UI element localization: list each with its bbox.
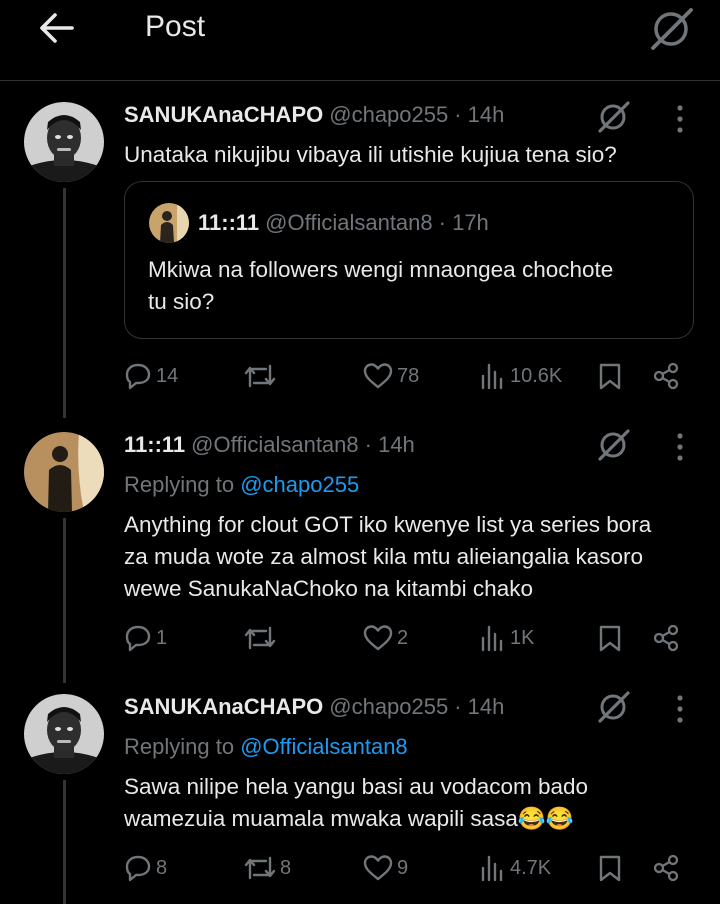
repost-button[interactable]: 8: [244, 854, 291, 882]
grok-post-button[interactable]: [597, 428, 631, 462]
views-icon: [481, 363, 503, 390]
replying-to-label: Replying to: [124, 472, 235, 497]
like-button[interactable]: 2: [363, 624, 408, 652]
bookmark-button[interactable]: [598, 624, 622, 657]
post-text-line: Anything for clout GOT iko kwenye list y…: [124, 512, 652, 537]
repost-icon: [244, 856, 276, 880]
back-button[interactable]: [36, 8, 76, 48]
quote-avatar[interactable]: [149, 203, 189, 243]
share-button[interactable]: [652, 624, 680, 657]
views-button[interactable]: 4.7K: [480, 854, 551, 882]
avatar[interactable]: [24, 432, 104, 512]
grok-icon: [598, 101, 630, 133]
repost-icon: [244, 364, 276, 388]
reply-button[interactable]: 8: [124, 854, 167, 882]
reply-count: 14: [156, 364, 179, 387]
views-button[interactable]: 1K: [480, 624, 534, 652]
author-handle[interactable]: @chapo255: [329, 694, 448, 720]
post-time[interactable]: · 14h: [454, 102, 504, 128]
like-count: 9: [397, 856, 409, 879]
author-handle[interactable]: @Officialsantan8: [191, 432, 358, 458]
views-icon: [481, 625, 503, 652]
repost-icon: [244, 626, 276, 650]
replying-to-handle[interactable]: @Officialsantan8: [240, 734, 407, 759]
like-button[interactable]: 9: [363, 854, 408, 882]
share-icon: [653, 854, 679, 882]
views-count: 1K: [510, 626, 535, 649]
like-button[interactable]: 78: [363, 362, 419, 390]
repost-count: 8: [280, 856, 292, 879]
more-vertical-icon: [677, 433, 683, 461]
heart-icon: [363, 363, 393, 389]
avatar[interactable]: [24, 102, 104, 182]
more-vertical-icon: [677, 105, 683, 133]
like-count: 2: [397, 626, 409, 649]
page-title: Post: [145, 10, 206, 43]
reply-icon: [125, 363, 151, 390]
quote-author-handle: @Officialsantan8: [265, 210, 433, 235]
quote-text-line: tu sio?: [148, 289, 215, 314]
quote-author-name: 11::11: [198, 210, 260, 235]
share-button[interactable]: [652, 854, 680, 887]
views-count: 10.6K: [510, 364, 563, 387]
post-text-line: za muda wote za almost kila mtu alieiang…: [124, 544, 644, 569]
reply-icon: [125, 625, 151, 652]
thread-line: [63, 188, 66, 418]
author-name[interactable]: SANUKAnaCHAPO: [124, 102, 323, 128]
heart-icon: [363, 625, 393, 651]
grok-icon: [651, 8, 693, 50]
post-text: Unataka nikujibu vibaya ili utishie kuji…: [124, 142, 617, 167]
grok-button[interactable]: [649, 6, 695, 52]
quote-text-line: Mkiwa na followers wengi mnaongea chocho…: [148, 257, 614, 282]
bookmark-icon: [599, 363, 621, 390]
replying-to-handle[interactable]: @chapo255: [240, 472, 359, 497]
post-text-segment: wamezuia muamala mwaka wapili sasa: [124, 806, 518, 831]
emoji-text: 😂😂: [517, 806, 574, 831]
thread-line: [63, 518, 66, 683]
bookmark-icon: [599, 855, 621, 882]
share-icon: [653, 624, 679, 652]
bookmark-button[interactable]: [598, 362, 622, 395]
views-count: 4.7K: [510, 856, 552, 879]
like-count: 78: [397, 364, 420, 387]
arrow-left-icon: [40, 13, 74, 43]
avatar[interactable]: [24, 694, 104, 774]
share-button[interactable]: [652, 362, 680, 395]
replying-to: Replying to @chapo255: [124, 472, 359, 498]
post-text-line: wewe SanukaNaChoko na kitambi chako: [124, 576, 533, 601]
views-icon: [481, 855, 503, 882]
quote-time: · 17h: [438, 210, 489, 235]
repost-button[interactable]: [244, 362, 280, 390]
post-time[interactable]: · 14h: [454, 694, 504, 720]
repost-button[interactable]: [244, 624, 280, 652]
grok-post-button[interactable]: [597, 100, 631, 134]
more-vertical-icon: [677, 695, 683, 723]
post-text-line: Sawa nilipe hela yangu basi au vodacom b…: [124, 774, 589, 799]
reply-button[interactable]: 1: [124, 624, 167, 652]
more-button[interactable]: [674, 104, 686, 134]
author-handle[interactable]: @chapo255: [329, 102, 448, 128]
more-button[interactable]: [674, 432, 686, 462]
reply-icon: [125, 855, 151, 882]
reply-count: 1: [156, 626, 168, 649]
reply-count: 8: [156, 856, 168, 879]
heart-icon: [363, 855, 393, 881]
bookmark-icon: [599, 625, 621, 652]
more-button[interactable]: [674, 694, 686, 724]
post-time[interactable]: · 14h: [365, 432, 415, 458]
views-button[interactable]: 10.6K: [480, 362, 562, 390]
replying-to: Replying to @Officialsantan8: [124, 734, 408, 760]
author-name[interactable]: SANUKAnaCHAPO: [124, 694, 323, 720]
share-icon: [653, 362, 679, 390]
bookmark-button[interactable]: [598, 854, 622, 887]
header-divider: [0, 80, 720, 81]
replying-to-label: Replying to: [124, 734, 235, 759]
post-text-line: wamezuia muamala mwaka wapili sasa😂😂: [124, 803, 574, 835]
grok-post-button[interactable]: [597, 690, 631, 724]
reply-button[interactable]: 14: [124, 362, 178, 390]
thread-line: [63, 780, 66, 904]
author-name[interactable]: 11::11: [124, 432, 185, 458]
grok-icon: [598, 429, 630, 461]
grok-icon: [598, 691, 630, 723]
